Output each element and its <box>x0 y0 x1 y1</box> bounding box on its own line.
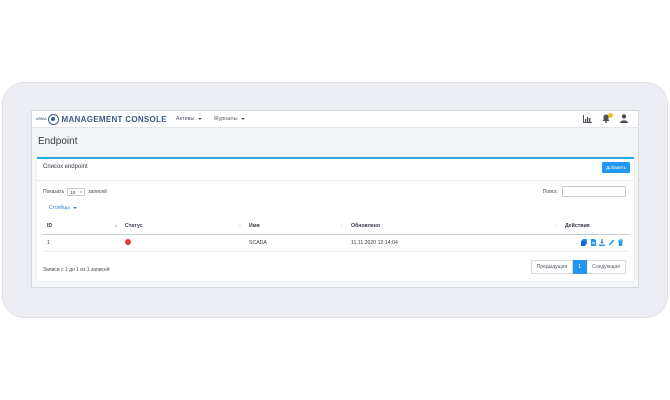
next-page-button[interactable]: Следующая <box>587 260 626 274</box>
entries-label: записей <box>88 189 107 195</box>
sort-icon: ↑↓ <box>238 223 242 228</box>
file-icon[interactable] <box>590 239 596 246</box>
pagination: Предыдущая 1 Следующая <box>530 260 626 274</box>
delete-icon[interactable] <box>618 239 623 246</box>
card-title: Список endpoint <box>43 164 88 170</box>
download-icon[interactable] <box>599 239 605 246</box>
cell-id: 1 <box>43 234 121 252</box>
cell-actions <box>561 234 629 252</box>
column-header-status[interactable]: Статус ↑↓ <box>121 218 245 235</box>
column-header-label: Имя <box>249 222 260 229</box>
select-arrows-icon: ⇕ <box>79 190 83 194</box>
columns-toggle[interactable]: Столбцы <box>49 205 77 211</box>
cell-updated: 11.11.2020 12:14:04 <box>347 234 561 252</box>
table-header-row: ID ↑↓ Статус ↑↓ Имя ↑↓ Обновлено ↑↓ Дейс… <box>43 218 629 235</box>
app-window: ARMA MANAGEMENT CONSOLE Активы Журналы E… <box>31 110 639 288</box>
page-title: Endpoint <box>38 136 78 147</box>
column-header-actions: Действия <box>561 218 629 235</box>
endpoint-table: ID ↑↓ Статус ↑↓ Имя ↑↓ Обновлено ↑↓ Дейс… <box>43 218 629 252</box>
sort-icon: ↑↓ <box>340 223 344 228</box>
prev-page-button[interactable]: Предыдущая <box>530 260 574 274</box>
nav-item-logs[interactable]: Журналы <box>214 116 245 122</box>
status-dot-icon <box>125 238 131 245</box>
cell-status <box>121 234 245 252</box>
nav-item-assets[interactable]: Активы <box>176 116 202 122</box>
bell-icon[interactable] <box>602 113 613 123</box>
copy-icon[interactable] <box>581 239 587 246</box>
notification-badge <box>608 113 613 118</box>
sort-icon: ↑↓ <box>114 223 118 228</box>
user-icon[interactable] <box>620 114 628 123</box>
column-header-label: Действия <box>565 222 590 229</box>
row-actions <box>565 239 629 246</box>
edit-icon[interactable] <box>608 239 615 246</box>
endpoint-card: Список endpoint Добавить Показать 10 ⇕ з… <box>37 157 634 281</box>
nav-item-logs-label: Журналы <box>213 116 238 122</box>
page-button-current[interactable]: 1 <box>573 260 588 274</box>
chevron-down-icon <box>197 118 202 120</box>
nav-item-assets-label: Активы <box>175 116 195 122</box>
chart-icon[interactable] <box>583 114 592 123</box>
cell-name: SCADA <box>245 234 347 252</box>
table-row: 1 SCADA 11.11.2020 12:14:04 <box>43 234 629 252</box>
logo-small-text: ARMA <box>36 117 47 121</box>
search-input[interactable] <box>562 186 626 197</box>
brand-title[interactable]: MANAGEMENT CONSOLE <box>62 115 167 124</box>
column-header-label: Обновлено <box>351 222 381 229</box>
columns-label: Столбцы <box>49 205 70 211</box>
chevron-down-icon <box>72 207 77 209</box>
page-length-control: Показать 10 ⇕ записей <box>43 188 107 196</box>
navbar-icons <box>583 113 628 123</box>
show-label: Показать <box>43 189 65 195</box>
top-navbar: ARMA MANAGEMENT CONSOLE Активы Журналы <box>32 111 638 128</box>
sort-icon: ↑↓ <box>554 223 558 228</box>
table-info: Записи с 1 до 1 из 1 записей <box>43 267 110 273</box>
page-length-select[interactable]: 10 ⇕ <box>67 188 86 196</box>
search-control: Поиск: <box>543 186 626 197</box>
column-header-updated[interactable]: Обновлено ↑↓ <box>347 218 561 235</box>
column-header-label: ID <box>47 222 53 229</box>
add-button[interactable]: Добавить <box>602 162 630 173</box>
logo-icon <box>47 113 59 125</box>
chevron-down-icon <box>240 118 245 120</box>
card-header: Список endpoint Добавить <box>37 159 634 181</box>
search-label: Поиск: <box>542 188 558 195</box>
column-header-label: Статус <box>125 222 143 229</box>
column-header-id[interactable]: ID ↑↓ <box>43 218 121 235</box>
page-length-value: 10 <box>70 189 76 195</box>
column-header-name[interactable]: Имя ↑↓ <box>245 218 347 235</box>
